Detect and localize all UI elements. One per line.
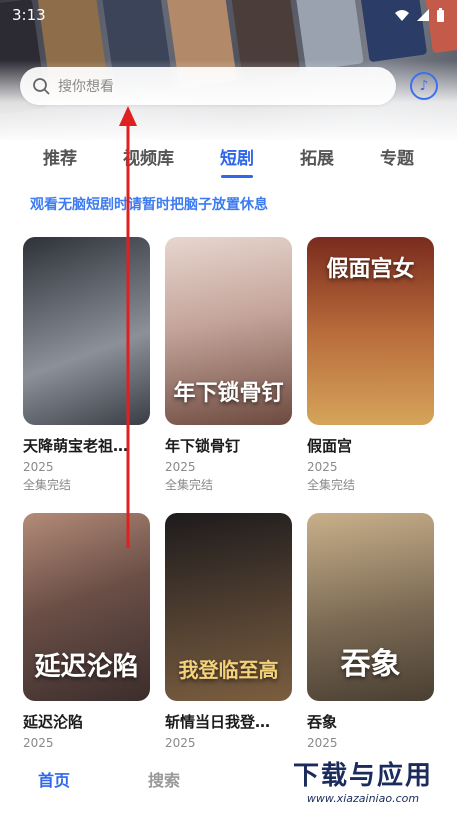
status-icons: [394, 7, 445, 23]
drama-year: 2025: [165, 460, 196, 474]
watermark-main: 下载与应用: [292, 761, 433, 791]
tab-video-library[interactable]: 视频库: [123, 140, 174, 176]
drama-status: 全集完结: [23, 478, 72, 492]
drama-card[interactable]: 我登临至高 斩情当日我登… 2025: [165, 513, 292, 750]
drama-year: 2025: [307, 736, 338, 750]
drama-year: 2025: [307, 460, 338, 474]
drama-status: 全集完结: [307, 478, 356, 492]
cover-title: 假面宫女: [326, 256, 415, 282]
search-icon: [33, 78, 50, 95]
drama-title: 吞象: [307, 713, 338, 731]
drama-card[interactable]: 延迟沦陷 延迟沦陷 2025: [23, 513, 150, 750]
cover-title: 吞象: [340, 647, 401, 682]
status-time: 3:13: [12, 6, 46, 24]
status-bar: 3:13: [0, 0, 457, 30]
wifi-icon: [395, 10, 409, 21]
notice-text: 观看无脑短剧时请暂时把脑子放置休息: [30, 197, 268, 213]
drama-title: 斩情当日我登…: [165, 713, 271, 731]
nav-home[interactable]: 首页: [38, 767, 70, 791]
tab-extension[interactable]: 拓展: [300, 140, 334, 176]
watermark-sub: www.xiazainiao.com: [306, 792, 420, 805]
cover-title: 我登临至高: [178, 658, 279, 682]
drama-cover: 年下锁骨钉: [165, 237, 292, 425]
search-input[interactable]: 搜你想看: [20, 67, 396, 105]
search-placeholder: 搜你想看: [58, 79, 114, 95]
drama-year: 2025: [23, 736, 54, 750]
battery-icon: [437, 7, 444, 22]
drama-cover: 延迟沦陷: [23, 513, 150, 701]
watermark-logo: 下载与应用 www.xiazainiao.com: [273, 750, 453, 810]
tab-short-drama[interactable]: 短剧: [220, 140, 254, 176]
drama-cover: 假面宫女: [307, 237, 434, 425]
drama-cover: [23, 237, 150, 425]
drama-cover: 吞象: [307, 513, 434, 701]
drama-card[interactable]: 年下锁骨钉 年下锁骨钉 2025 全集完结: [165, 237, 292, 493]
drama-cover: 我登临至高: [165, 513, 292, 701]
drama-title: 假面宫: [307, 437, 353, 455]
nav-search[interactable]: 搜索: [148, 767, 180, 791]
cover-title: 延迟沦陷: [34, 652, 139, 682]
cover-title: 年下锁骨钉: [173, 380, 284, 406]
drama-title: 天降萌宝老祖…: [23, 437, 129, 455]
signal-icon: [417, 9, 429, 21]
tab-recommend[interactable]: 推荐: [43, 140, 77, 176]
drama-card[interactable]: 天降萌宝老祖… 2025 全集完结: [23, 237, 150, 493]
drama-title: 年下锁骨钉: [165, 437, 241, 455]
search-row: 搜你想看 ♪: [20, 66, 440, 106]
drama-status: 全集完结: [165, 478, 214, 492]
tab-topics[interactable]: 专题: [380, 140, 414, 176]
drama-title: 延迟沦陷: [23, 713, 84, 731]
drama-grid: 天降萌宝老祖… 2025 全集完结 年下锁骨钉 年下锁骨钉 2025 全集完结 …: [23, 237, 435, 750]
drama-card[interactable]: 吞象 吞象 2025: [307, 513, 434, 750]
drama-year: 2025: [165, 736, 196, 750]
music-icon[interactable]: ♪: [410, 72, 438, 100]
category-tabs: 推荐 视频库 短剧 拓展 专题: [0, 140, 457, 176]
drama-card[interactable]: 假面宫女 假面宫 2025 全集完结: [307, 237, 434, 493]
drama-year: 2025: [23, 460, 54, 474]
